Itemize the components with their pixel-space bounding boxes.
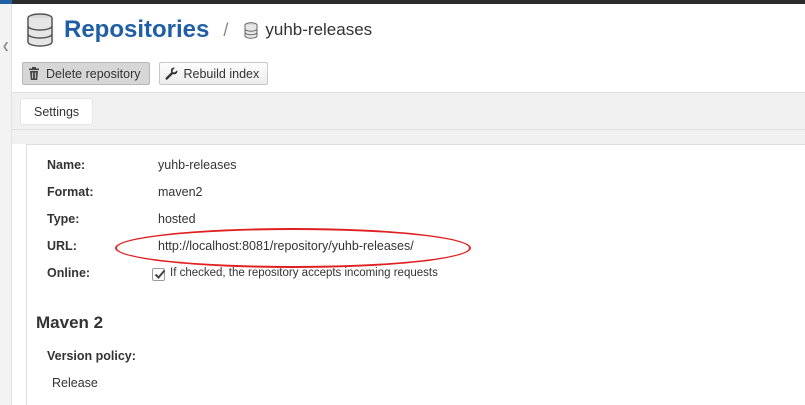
type-label: Type: xyxy=(47,212,80,226)
online-label: Online: xyxy=(47,266,91,280)
page-title[interactable]: Repositories xyxy=(64,16,209,44)
toolbar: Delete repository Rebuild index xyxy=(22,62,269,85)
left-collapse-strip[interactable]: ❮ xyxy=(0,4,12,405)
format-label: Format: xyxy=(47,185,94,199)
version-policy-value: Release xyxy=(52,376,98,390)
name-value: yuhb-releases xyxy=(158,158,237,172)
delete-repository-button[interactable]: Delete repository xyxy=(22,62,150,85)
rebuild-index-button[interactable]: Rebuild index xyxy=(158,62,269,85)
name-label: Name: xyxy=(47,158,86,172)
delete-repository-label: Delete repository xyxy=(46,66,141,81)
header: Repositories / yuhb-releases xyxy=(26,10,372,50)
database-icon xyxy=(244,21,258,39)
format-value: maven2 xyxy=(158,185,203,199)
version-policy-label: Version policy: xyxy=(47,349,136,363)
trash-icon xyxy=(29,67,39,80)
type-value: hosted xyxy=(158,212,196,226)
top-bar xyxy=(0,0,805,4)
breadcrumb-current: yuhb-releases xyxy=(265,20,373,39)
check-icon xyxy=(154,269,166,279)
tab-strip: Settings xyxy=(12,92,805,130)
url-label: URL: xyxy=(47,239,77,253)
wrench-icon xyxy=(164,67,177,80)
online-checkbox-text: If checked, the repository accepts incom… xyxy=(170,267,438,279)
maven-section-title: Maven 2 xyxy=(36,313,104,332)
tab-settings[interactable]: Settings xyxy=(20,98,94,125)
breadcrumb-separator: / xyxy=(223,19,229,40)
url-value[interactable]: http://localhost:8081/repository/yuhb-re… xyxy=(158,239,414,253)
online-checkbox[interactable] xyxy=(152,268,166,281)
chevron-left-icon[interactable]: ❮ xyxy=(2,42,10,51)
rebuild-index-label: Rebuild index xyxy=(183,66,260,81)
database-icon xyxy=(27,13,53,47)
panel-spacer xyxy=(12,130,805,144)
